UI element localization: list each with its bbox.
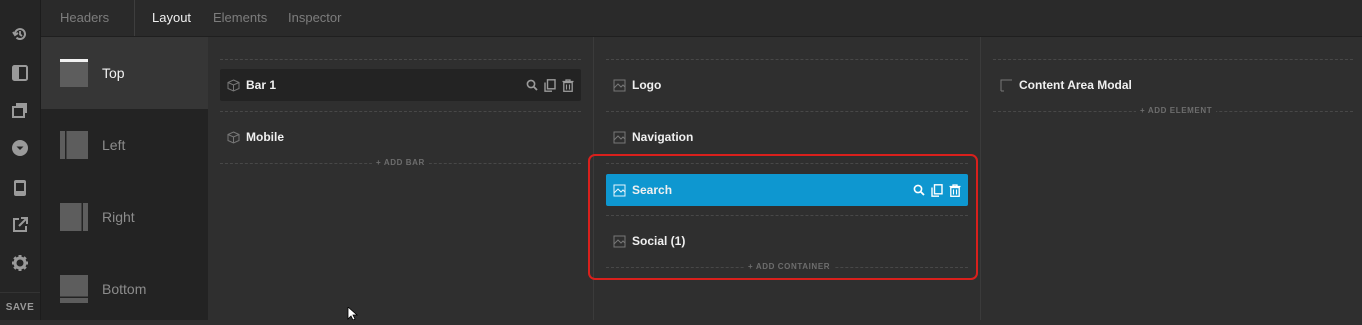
- dashed-divider: [993, 59, 1353, 60]
- tab-divider: [134, 0, 135, 36]
- position-top-icon: [60, 59, 88, 87]
- element-icon: [999, 78, 1013, 92]
- device-mobile-icon[interactable]: [0, 170, 40, 206]
- add-element-label: ADD ELEMENT: [1147, 106, 1213, 115]
- history-icon[interactable]: [0, 16, 40, 52]
- position-right-icon: [60, 203, 88, 231]
- tab-layout[interactable]: Layout: [152, 0, 191, 36]
- position-label: Left: [102, 137, 126, 153]
- search-icon[interactable]: [525, 78, 539, 92]
- dashed-divider: [606, 111, 968, 112]
- tab-elements[interactable]: Elements: [213, 0, 267, 36]
- left-icon-rail: SAVE: [0, 0, 41, 320]
- cube-icon: [226, 130, 240, 144]
- tab-headers[interactable]: Headers: [60, 0, 109, 36]
- position-right[interactable]: Right: [41, 181, 208, 253]
- container-icon: [612, 130, 626, 144]
- bar-row[interactable]: Mobile: [220, 121, 581, 153]
- elements-column: Content Area Modal + ADD ELEMENT: [981, 37, 1362, 320]
- position-label: Right: [102, 209, 135, 225]
- copy-stack-icon[interactable]: [0, 92, 40, 128]
- element-name: Content Area Modal: [1019, 78, 1132, 92]
- top-tab-bar: Headers Layout Elements Inspector: [41, 0, 1362, 37]
- container-name: Logo: [632, 78, 662, 92]
- chevron-down-circle-icon[interactable]: [0, 130, 40, 166]
- position-selector: Top Left Right Bottom: [41, 37, 208, 320]
- save-button[interactable]: SAVE: [0, 292, 40, 321]
- position-bottom[interactable]: Bottom: [41, 253, 208, 325]
- highlight-annotation-box: [588, 154, 978, 280]
- row-actions: [525, 69, 575, 101]
- position-left[interactable]: Left: [41, 109, 208, 181]
- dashed-divider: [606, 59, 968, 60]
- mouse-cursor-icon: [347, 307, 359, 320]
- sidebar-panel-icon[interactable]: [0, 55, 40, 91]
- container-row[interactable]: Logo: [606, 69, 968, 101]
- external-link-icon[interactable]: [0, 207, 40, 243]
- duplicate-icon[interactable]: [543, 78, 557, 92]
- add-bar-label: ADD BAR: [383, 158, 425, 167]
- cube-icon: [226, 78, 240, 92]
- container-row[interactable]: Navigation: [606, 121, 968, 153]
- add-bar-button[interactable]: + ADD BAR: [372, 158, 429, 167]
- container-name: Navigation: [632, 130, 694, 144]
- bar-name: Mobile: [246, 130, 284, 144]
- gear-icon[interactable]: [0, 245, 40, 281]
- position-bottom-icon: [60, 275, 88, 303]
- tab-inspector[interactable]: Inspector: [288, 0, 341, 36]
- position-left-icon: [60, 131, 88, 159]
- bars-column: Bar 1 Mobile + ADD BAR: [208, 37, 594, 320]
- bar-name: Bar 1: [246, 78, 277, 92]
- position-label: Bottom: [102, 281, 147, 297]
- container-icon: [612, 78, 626, 92]
- dashed-divider: [220, 111, 581, 112]
- dashed-divider: [220, 59, 581, 60]
- element-row[interactable]: Content Area Modal: [993, 69, 1353, 101]
- position-label: Top: [102, 65, 125, 81]
- bar-row[interactable]: Bar 1: [220, 69, 581, 101]
- add-element-button[interactable]: + ADD ELEMENT: [1136, 106, 1217, 115]
- position-top[interactable]: Top: [41, 37, 208, 109]
- trash-icon[interactable]: [561, 78, 575, 92]
